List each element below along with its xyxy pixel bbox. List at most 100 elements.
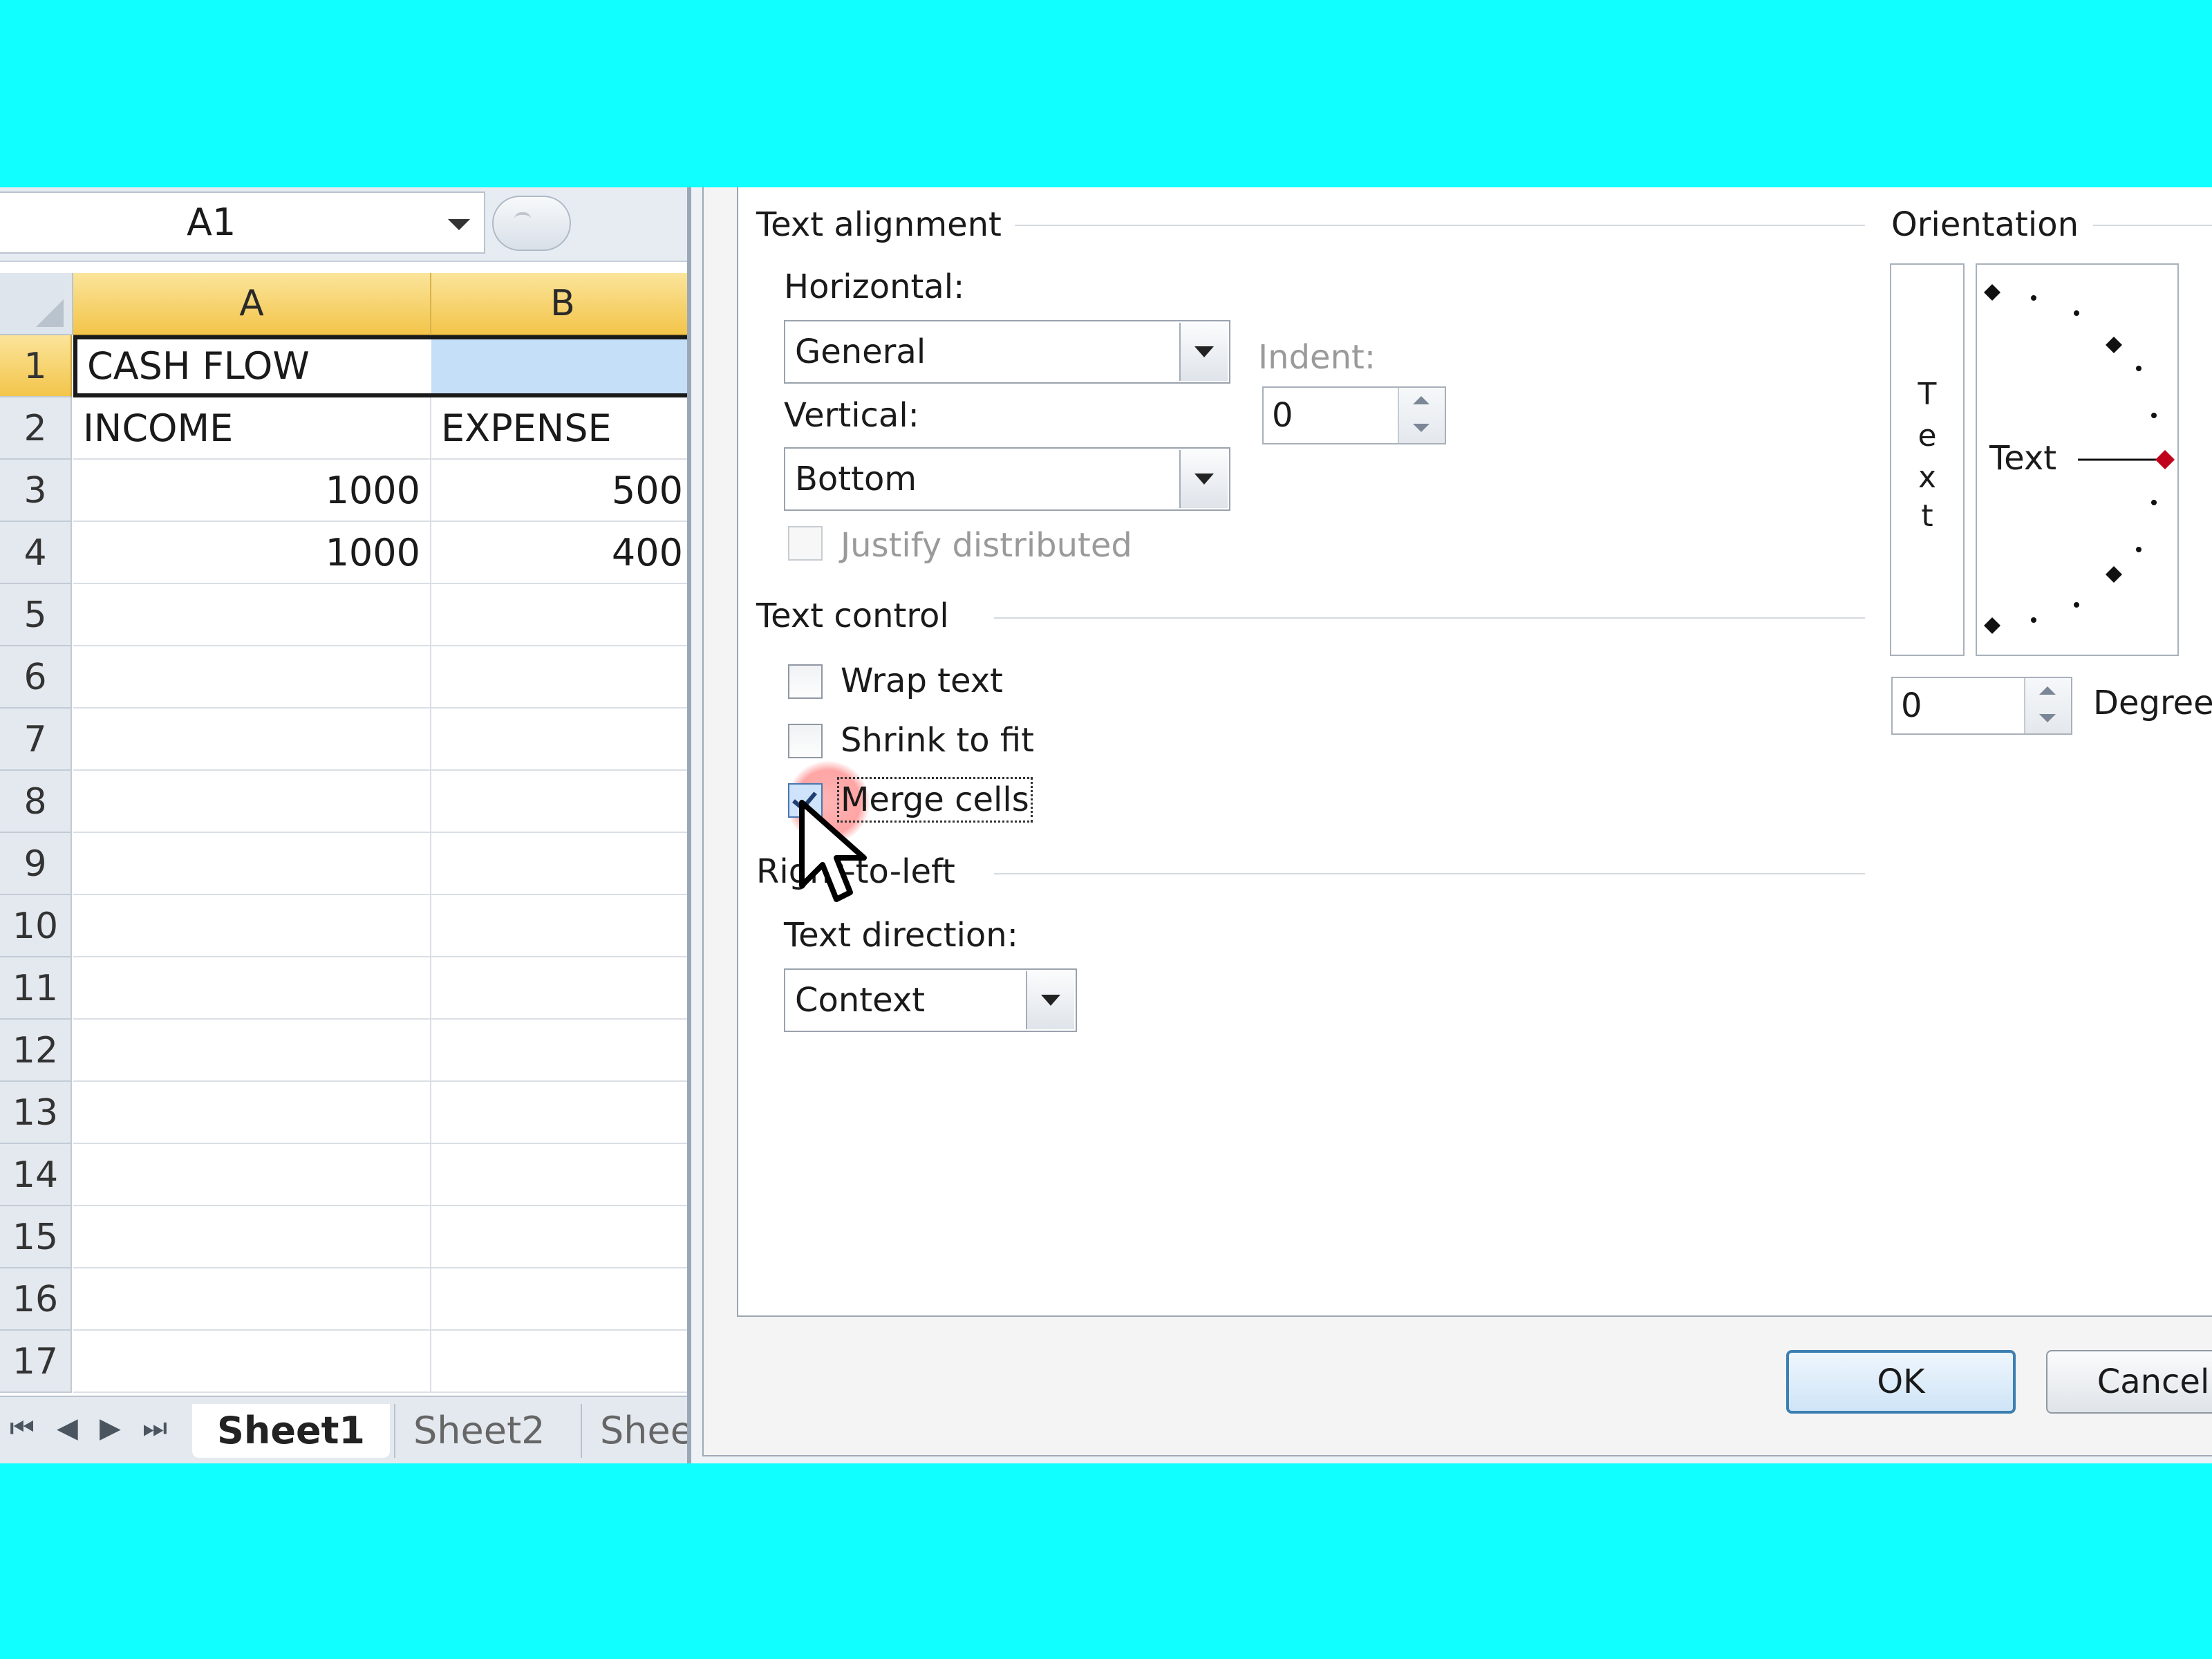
cell[interactable]	[73, 771, 431, 833]
cell[interactable]	[431, 895, 687, 957]
vertical-select[interactable]: Bottom	[784, 447, 1230, 511]
cell[interactable]	[73, 1206, 431, 1268]
cell[interactable]	[73, 584, 431, 646]
cell[interactable]	[431, 957, 687, 1020]
cell[interactable]: EXPENSE	[431, 397, 687, 460]
mouse-cursor-icon	[799, 800, 867, 902]
text-direction-select[interactable]: Context	[784, 968, 1077, 1032]
orientation-dial[interactable]: Text	[1976, 263, 2179, 656]
cell[interactable]	[73, 709, 431, 771]
cell[interactable]	[431, 771, 687, 833]
row-header-6[interactable]: 6	[0, 646, 72, 709]
row-header-7[interactable]: 7	[0, 709, 72, 771]
indent-spinner[interactable]: 0	[1262, 386, 1446, 444]
cell[interactable]: 1000	[73, 460, 431, 522]
text-alignment-group-label: Text alignment	[756, 205, 1002, 244]
horizontal-select-value: General	[795, 332, 926, 371]
row-header-15[interactable]: 15	[0, 1206, 72, 1268]
cell[interactable]: 500	[431, 460, 687, 522]
cell[interactable]	[431, 646, 687, 709]
ok-button[interactable]: OK	[1786, 1350, 2016, 1414]
column-header-a[interactable]: A	[73, 273, 431, 335]
row-header-14[interactable]: 14	[0, 1144, 72, 1206]
row-header-9[interactable]: 9	[0, 833, 72, 895]
cell[interactable]	[73, 646, 431, 709]
row-header-8[interactable]: 8	[0, 771, 72, 833]
sheet-tab-sheet1[interactable]: Sheet1	[192, 1404, 390, 1458]
cell[interactable]	[73, 1020, 431, 1082]
horizontal-select[interactable]: General	[784, 320, 1230, 384]
text-control-divider	[994, 617, 1865, 619]
wrap-text-label[interactable]: Wrap text	[841, 662, 1003, 700]
select-all-corner[interactable]	[0, 273, 73, 335]
degrees-spin-icon[interactable]	[2024, 678, 2071, 733]
screen: A1 A B 1 CASH FLOW 2 INCOME EXPENSE 3 1000 500 4…	[0, 187, 2212, 1463]
row-header-16[interactable]: 16	[0, 1268, 72, 1331]
cell[interactable]	[431, 1268, 687, 1331]
cell[interactable]	[431, 1144, 687, 1206]
chevron-down-icon[interactable]	[1179, 450, 1228, 508]
vertical-text-letter: e	[1918, 418, 1937, 453]
name-box-dropdown-icon[interactable]	[448, 219, 470, 230]
wrap-text-checkbox[interactable]	[788, 664, 823, 699]
row-header-1[interactable]: 1	[0, 335, 72, 397]
cell[interactable]: 400	[431, 522, 687, 584]
row-header-2[interactable]: 2	[0, 397, 72, 460]
cell-b1[interactable]	[431, 335, 687, 397]
cell[interactable]	[73, 957, 431, 1020]
cell[interactable]	[73, 895, 431, 957]
cell[interactable]	[431, 709, 687, 771]
justify-distributed-checkbox	[788, 526, 823, 561]
cell[interactable]	[73, 1331, 431, 1393]
cell[interactable]: INCOME	[73, 397, 431, 460]
cell-a1[interactable]: CASH FLOW	[73, 335, 431, 397]
cell[interactable]	[73, 1082, 431, 1144]
cancel-button[interactable]: Cancel	[2046, 1350, 2212, 1414]
row-header-13[interactable]: 13	[0, 1082, 72, 1144]
prev-sheet-icon[interactable]: ◀	[57, 1412, 78, 1444]
row-header-11[interactable]: 11	[0, 957, 72, 1020]
format-cells-dialog: Text alignment Horizontal: General Inden…	[687, 187, 2212, 1463]
text-control-group-label: Text control	[756, 597, 949, 635]
cell[interactable]	[431, 1206, 687, 1268]
cell[interactable]	[431, 833, 687, 895]
vertical-select-value: Bottom	[795, 460, 917, 498]
row-header-12[interactable]: 12	[0, 1020, 72, 1082]
indent-spin-icon[interactable]	[1398, 388, 1445, 443]
chevron-down-icon[interactable]	[1026, 971, 1074, 1029]
orientation-dial-text: Text	[1989, 439, 2057, 478]
cell[interactable]	[73, 833, 431, 895]
name-box[interactable]: A1	[0, 191, 485, 254]
vertical-text-toggle[interactable]: T e x t	[1890, 263, 1965, 656]
next-sheet-icon[interactable]: ▶	[100, 1412, 121, 1444]
degrees-label: Degrees	[2093, 684, 2212, 722]
sheet-tab-sheet3[interactable]: Shee	[581, 1404, 687, 1458]
cell[interactable]	[431, 1020, 687, 1082]
cell[interactable]	[431, 584, 687, 646]
row-header-10[interactable]: 10	[0, 895, 72, 957]
cell[interactable]	[431, 1082, 687, 1144]
shrink-to-fit-label[interactable]: Shrink to fit	[841, 721, 1034, 760]
formula-expand-button[interactable]	[492, 196, 571, 251]
cell[interactable]: 1000	[73, 522, 431, 584]
column-header-b[interactable]: B	[431, 273, 687, 335]
sheet-tab-sheet2[interactable]: Sheet2	[394, 1404, 563, 1458]
last-sheet-icon[interactable]: ⏭	[142, 1412, 167, 1444]
cell[interactable]	[73, 1268, 431, 1331]
cell[interactable]	[431, 1331, 687, 1393]
first-sheet-icon[interactable]: ⏮	[10, 1412, 35, 1444]
cell[interactable]	[73, 1144, 431, 1206]
text-direction-label: Text direction:	[784, 916, 1018, 955]
formula-bar: A1	[0, 187, 687, 262]
shrink-to-fit-checkbox[interactable]	[788, 724, 823, 758]
chevron-down-icon[interactable]	[1179, 323, 1228, 381]
text-direction-value: Context	[795, 981, 926, 1020]
degrees-value: 0	[1901, 686, 1922, 725]
degrees-spinner[interactable]: 0	[1891, 677, 2072, 735]
row-header-17[interactable]: 17	[0, 1331, 72, 1393]
indent-value: 0	[1272, 396, 1293, 435]
row-header-3[interactable]: 3	[0, 460, 72, 522]
alignment-tab-panel: Text alignment Horizontal: General Inden…	[737, 187, 2212, 1317]
row-header-4[interactable]: 4	[0, 522, 72, 584]
row-header-5[interactable]: 5	[0, 584, 72, 646]
